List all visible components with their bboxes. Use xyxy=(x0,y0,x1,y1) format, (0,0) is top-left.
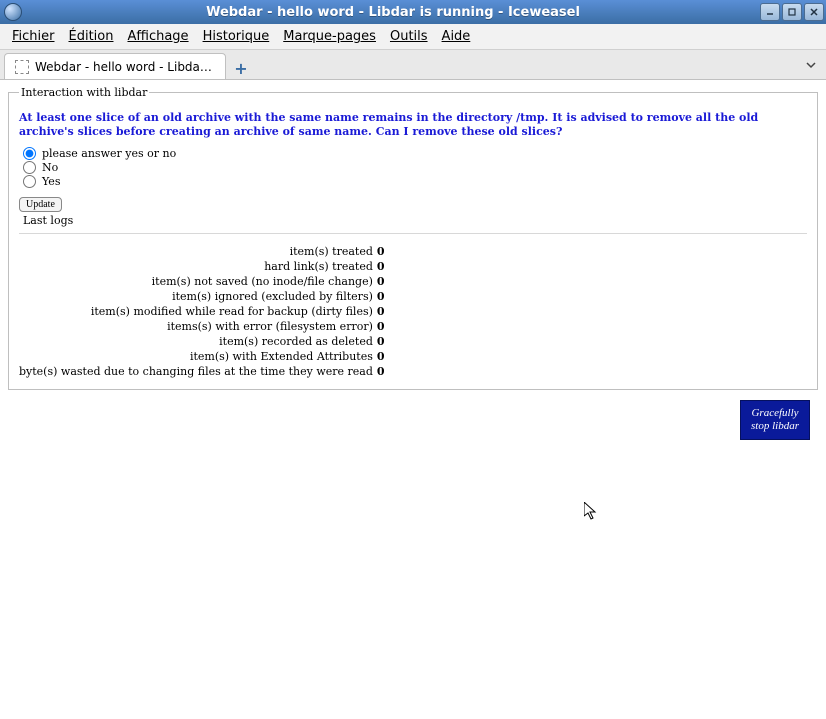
radio-label-yes: Yes xyxy=(42,175,60,188)
panel-legend: Interaction with libdar xyxy=(19,86,149,99)
close-button[interactable] xyxy=(804,3,824,21)
menu-fichier[interactable]: Fichier xyxy=(6,27,61,46)
stat-row: item(s) with Extended Attributes0 xyxy=(19,349,385,364)
menu-outils[interactable]: Outils xyxy=(384,27,434,46)
menu-affichage[interactable]: Affichage xyxy=(121,27,194,46)
page-content: Interaction with libdar At least one sli… xyxy=(0,80,826,446)
stat-value: 0 xyxy=(377,334,385,349)
tab-favicon xyxy=(15,60,29,74)
separator xyxy=(19,233,807,234)
stat-value: 0 xyxy=(377,364,385,379)
stat-label: item(s) not saved (no inode/file change) xyxy=(19,274,377,289)
stop-wrap: Gracefully stop libdar xyxy=(8,390,818,440)
stat-value: 0 xyxy=(377,289,385,304)
maximize-icon xyxy=(787,7,797,17)
stat-value: 0 xyxy=(377,304,385,319)
radio-input-prompt[interactable] xyxy=(23,147,36,160)
radio-label-prompt: please answer yes or no xyxy=(42,147,176,160)
tab-bar: Webdar - hello word - Libdar is r... + xyxy=(0,50,826,80)
maximize-button[interactable] xyxy=(782,3,802,21)
radio-input-no[interactable] xyxy=(23,161,36,174)
window-title: Webdar - hello word - Libdar is running … xyxy=(26,5,760,20)
stat-row: item(s) ignored (excluded by filters)0 xyxy=(19,289,385,304)
stat-value: 0 xyxy=(377,274,385,289)
gracefully-stop-button[interactable]: Gracefully stop libdar xyxy=(740,400,810,440)
stop-line1: Gracefully xyxy=(751,407,798,419)
stats-table: item(s) treated0 hard link(s) treated0 i… xyxy=(19,244,339,379)
interaction-panel: Interaction with libdar At least one sli… xyxy=(8,86,818,390)
mouse-cursor-icon xyxy=(584,502,598,522)
menu-bar: Fichier Édition Affichage Historique Mar… xyxy=(0,24,826,50)
minimize-button[interactable] xyxy=(760,3,780,21)
stat-value: 0 xyxy=(377,319,385,334)
tab-list-dropdown[interactable] xyxy=(802,56,820,74)
stat-row: item(s) treated0 xyxy=(19,244,385,259)
window-controls xyxy=(760,3,826,21)
window-titlebar: Webdar - hello word - Libdar is running … xyxy=(0,0,826,24)
question-text: At least one slice of an old archive wit… xyxy=(19,111,807,139)
tab-label: Webdar - hello word - Libdar is r... xyxy=(35,60,215,74)
stat-label: item(s) recorded as deleted xyxy=(19,334,377,349)
menu-historique[interactable]: Historique xyxy=(197,27,276,46)
stat-row: item(s) recorded as deleted0 xyxy=(19,334,385,349)
stat-label: item(s) ignored (excluded by filters) xyxy=(19,289,377,304)
minimize-icon xyxy=(765,7,775,17)
stat-row: item(s) not saved (no inode/file change)… xyxy=(19,274,385,289)
app-icon xyxy=(4,3,22,21)
stat-value: 0 xyxy=(377,259,385,274)
menu-aide[interactable]: Aide xyxy=(436,27,477,46)
update-button[interactable]: Update xyxy=(19,197,62,212)
stat-value: 0 xyxy=(377,244,385,259)
last-logs-label: Last logs xyxy=(23,214,807,227)
stop-line2: stop libdar xyxy=(751,420,799,432)
stat-label: items(s) with error (filesystem error) xyxy=(19,319,377,334)
stat-label: item(s) modified while read for backup (… xyxy=(19,304,377,319)
stat-value: 0 xyxy=(377,349,385,364)
stat-label: item(s) treated xyxy=(19,244,377,259)
radio-option-yes[interactable]: Yes xyxy=(23,175,807,188)
new-tab-button[interactable]: + xyxy=(230,57,252,79)
stat-row: item(s) modified while read for backup (… xyxy=(19,304,385,319)
stat-label: hard link(s) treated xyxy=(19,259,377,274)
tab-active[interactable]: Webdar - hello word - Libdar is r... xyxy=(4,53,226,79)
radio-label-no: No xyxy=(42,161,58,174)
stat-row: byte(s) wasted due to changing files at … xyxy=(19,364,385,379)
menu-edition[interactable]: Édition xyxy=(63,27,120,46)
stat-row: hard link(s) treated0 xyxy=(19,259,385,274)
stat-label: item(s) with Extended Attributes xyxy=(19,349,377,364)
close-icon xyxy=(809,7,819,17)
radio-option-prompt[interactable]: please answer yes or no xyxy=(23,147,807,160)
radio-option-no[interactable]: No xyxy=(23,161,807,174)
menu-marque-pages[interactable]: Marque-pages xyxy=(277,27,382,46)
stat-row: items(s) with error (filesystem error)0 xyxy=(19,319,385,334)
plus-icon: + xyxy=(234,59,247,78)
chevron-down-icon xyxy=(806,60,816,70)
radio-input-yes[interactable] xyxy=(23,175,36,188)
stat-label: byte(s) wasted due to changing files at … xyxy=(19,364,377,379)
